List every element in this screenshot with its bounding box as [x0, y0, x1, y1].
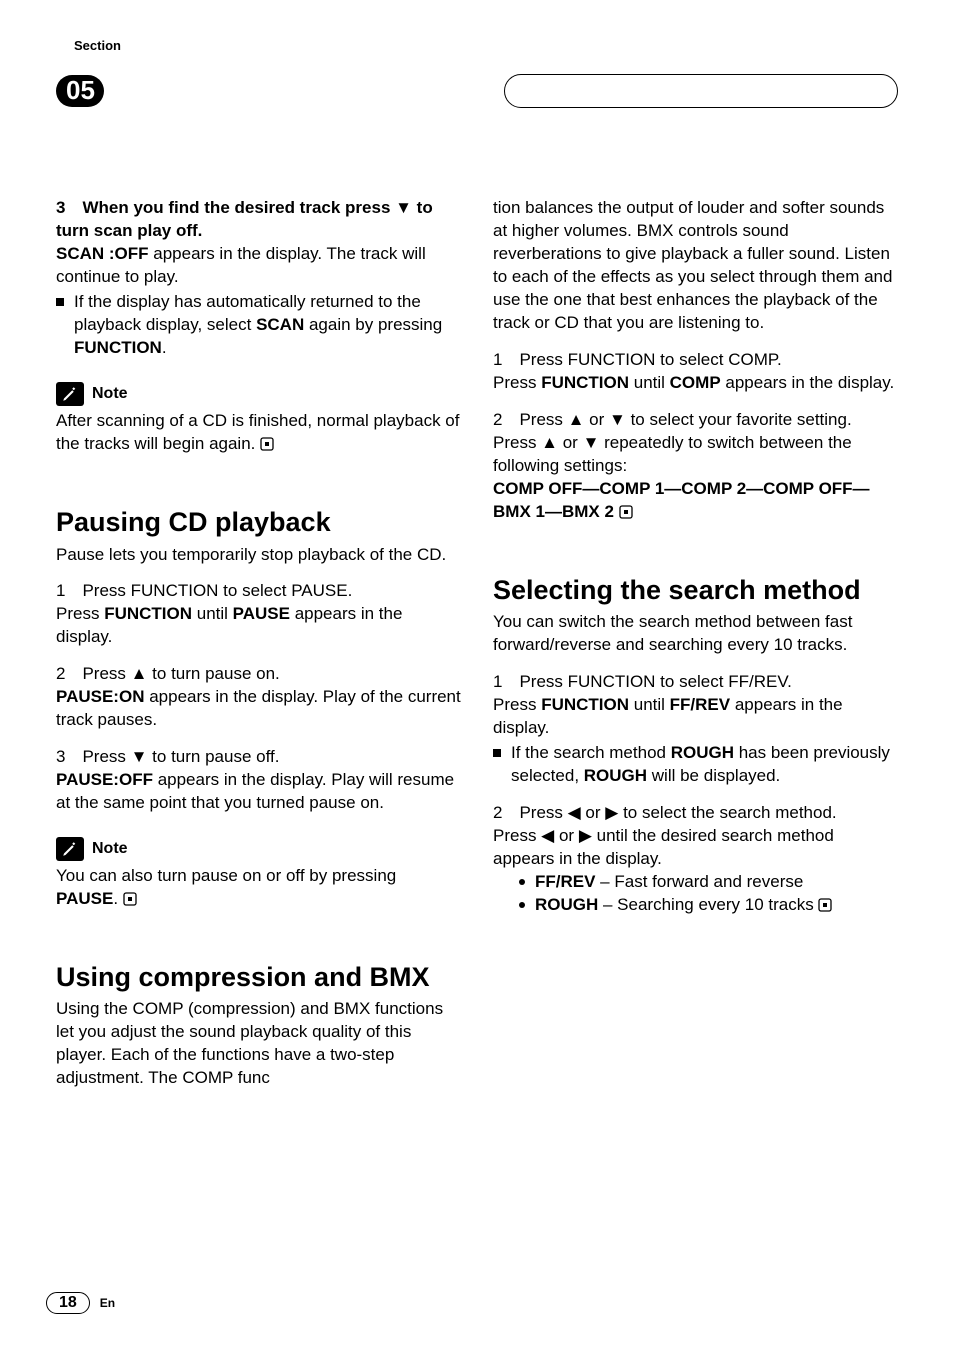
- bullet-square-icon: [56, 298, 64, 306]
- bullet-dot-icon: [519, 902, 525, 908]
- heading-pausing: Pausing CD playback: [56, 508, 461, 538]
- note-1-text: After scanning of a CD is finished, norm…: [56, 410, 461, 458]
- comp-intro: Using the COMP (compression) and BMX fun…: [56, 998, 461, 1090]
- pause-step-2-lead: 2 Press ▲ to turn pause on.: [56, 664, 280, 683]
- note-heading: Note: [56, 382, 461, 406]
- pencil-icon: [56, 382, 84, 406]
- page-footer: 18 En: [46, 1292, 115, 1314]
- pause-step-3-lead: 3 Press ▼ to turn pause off.: [56, 747, 279, 766]
- search-step-2-lead: 2 Press ◀ or ▶ to select the search meth…: [493, 803, 837, 822]
- comp-intro-cont: tion balances the output of louder and s…: [493, 197, 898, 335]
- end-section-icon: [260, 435, 274, 458]
- search-step-1-body: Press FUNCTION until FF/REV appears in t…: [493, 694, 898, 740]
- search-step-2-body: Press ◀ or ▶ until the desired search me…: [493, 825, 898, 871]
- list-item: FF/REV – Fast forward and reverse: [519, 871, 898, 894]
- search-step-1-bullet: If the search method ROUGH has been prev…: [493, 742, 898, 788]
- note-label: Note: [92, 838, 128, 860]
- pause-step-1-body: Press FUNCTION until PAUSE appears in th…: [56, 603, 461, 649]
- comp-step-1-lead: 1 Press FUNCTION to select COMP.: [493, 350, 782, 369]
- note-label: Note: [92, 383, 128, 405]
- search-intro: You can switch the search method between…: [493, 611, 898, 657]
- chapter-header: 05 Built-in CD Player: [56, 55, 898, 127]
- heading-comp-bmx: Using compression and BMX: [56, 963, 461, 993]
- comp-step-1-body: Press FUNCTION until COMP appears in the…: [493, 372, 898, 395]
- search-step-1-lead: 1 Press FUNCTION to select FF/REV.: [493, 672, 792, 691]
- page-number: 18: [46, 1292, 90, 1314]
- chapter-number-badge: 05: [56, 75, 104, 107]
- header-pill-right: [504, 74, 898, 108]
- list-item: ROUGH – Searching every 10 tracks: [519, 894, 898, 919]
- step-3-body: SCAN :OFF appears in the display. The tr…: [56, 243, 461, 289]
- language-code: En: [100, 1296, 115, 1310]
- step-3-bullet: If the display has automatically returne…: [56, 291, 461, 360]
- comp-settings-list: COMP OFF—COMP 1—COMP 2—COMP OFF—BMX 1—BM…: [493, 478, 898, 526]
- section-label: Section: [74, 38, 898, 53]
- note-2-text: You can also turn pause on or off by pre…: [56, 865, 461, 913]
- bullet-square-icon: [493, 749, 501, 757]
- pause-step-2-body: PAUSE:ON appears in the display. Play of…: [56, 686, 461, 732]
- end-section-icon: [123, 890, 137, 913]
- note-heading-2: Note: [56, 837, 461, 861]
- end-section-icon: [619, 503, 633, 526]
- heading-search-method: Selecting the search method: [493, 576, 898, 606]
- left-column: 3 When you find the desired track press …: [56, 197, 461, 1090]
- pausing-intro: Pause lets you temporarily stop playback…: [56, 544, 461, 567]
- pause-step-1-lead: 1 Press FUNCTION to select PAUSE.: [56, 581, 352, 600]
- pause-step-3-body: PAUSE:OFF appears in the display. Play w…: [56, 769, 461, 815]
- right-column: tion balances the output of louder and s…: [493, 197, 898, 1090]
- step-3-lead: 3 When you find the desired track press …: [56, 198, 433, 240]
- comp-step-2-body: Press ▲ or ▼ repeatedly to switch betwee…: [493, 432, 898, 478]
- end-section-icon: [818, 896, 832, 919]
- bullet-dot-icon: [519, 879, 525, 885]
- pencil-icon: [56, 837, 84, 861]
- chapter-title: Built-in CD Player: [96, 55, 490, 127]
- comp-step-2-lead: 2 Press ▲ or ▼ to select your favorite s…: [493, 410, 852, 429]
